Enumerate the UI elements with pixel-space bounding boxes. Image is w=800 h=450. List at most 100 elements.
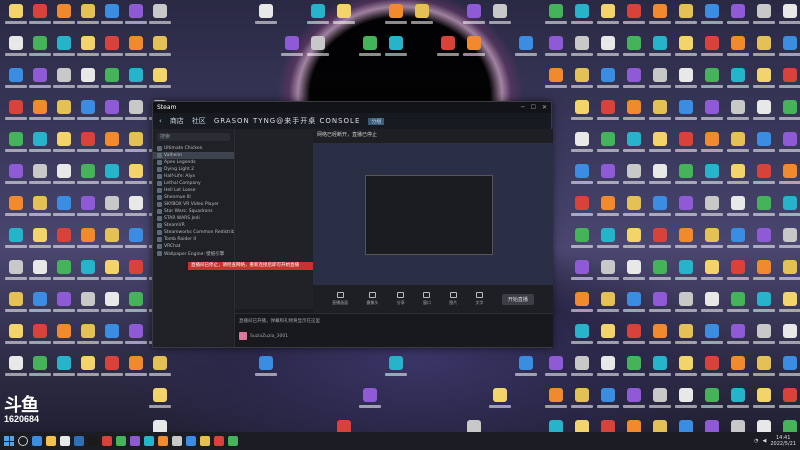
desktop-shortcut-icon[interactable]	[724, 34, 752, 64]
desktop-shortcut-icon[interactable]	[620, 2, 648, 32]
desktop-shortcut-icon[interactable]	[646, 322, 674, 352]
start-icon[interactable]	[4, 436, 14, 446]
desktop-shortcut-icon[interactable]	[750, 354, 778, 384]
desktop-shortcut-icon[interactable]	[568, 354, 596, 384]
desktop-shortcut-icon[interactable]	[568, 98, 596, 128]
desktop-shortcut-icon[interactable]	[750, 322, 778, 352]
desktop-shortcut-icon[interactable]	[594, 66, 622, 96]
desktop-shortcut-icon[interactable]	[698, 290, 726, 320]
desktop-shortcut-icon[interactable]	[750, 130, 778, 160]
desktop-shortcut-icon[interactable]	[646, 34, 674, 64]
desktop-shortcut-icon[interactable]	[568, 386, 596, 416]
desktop-shortcut-icon[interactable]	[460, 2, 488, 32]
desktop-shortcut-icon[interactable]	[620, 130, 648, 160]
desktop-shortcut-icon[interactable]	[594, 322, 622, 352]
desktop-shortcut-icon[interactable]	[594, 386, 622, 416]
desktop-shortcut-icon[interactable]	[776, 2, 800, 32]
desktop-shortcut-icon[interactable]	[698, 322, 726, 352]
desktop-shortcut-icon[interactable]	[278, 34, 306, 64]
search-icon[interactable]	[18, 436, 28, 446]
desktop-shortcut-icon[interactable]	[620, 66, 648, 96]
desktop-shortcut-icon[interactable]	[750, 162, 778, 192]
desktop-shortcut-icon[interactable]	[620, 194, 648, 224]
desktop-shortcut-icon[interactable]	[408, 2, 436, 32]
game-list-item[interactable]: Shenmue III	[153, 194, 234, 201]
toolbar-item[interactable]: 文字	[476, 292, 484, 306]
desktop-shortcut-icon[interactable]	[776, 194, 800, 224]
desktop-shortcut-icon[interactable]	[776, 66, 800, 96]
desktop-shortcut-icon[interactable]	[672, 290, 700, 320]
clock[interactable]: 14:41 2022/5/21	[770, 435, 796, 447]
desktop-shortcut-icon[interactable]	[594, 194, 622, 224]
desktop-shortcut-icon[interactable]	[382, 2, 410, 32]
desktop-shortcut-icon[interactable]	[568, 226, 596, 256]
desktop-shortcut-icon[interactable]	[672, 98, 700, 128]
game-list-item[interactable]: Apex Legends	[153, 159, 234, 166]
desktop-shortcut-icon[interactable]	[304, 34, 332, 64]
desktop-shortcut-icon[interactable]	[646, 354, 674, 384]
desktop-shortcut-icon[interactable]	[646, 290, 674, 320]
desktop-shortcut-icon[interactable]	[698, 226, 726, 256]
game-list-item[interactable]: Valheim	[153, 152, 234, 159]
desktop-shortcut-icon[interactable]	[698, 66, 726, 96]
toolbar-item[interactable]: 图片	[449, 292, 457, 306]
desktop-shortcut-icon[interactable]	[620, 226, 648, 256]
desktop-shortcut-icon[interactable]	[698, 162, 726, 192]
game-list-item[interactable]: SKYBOX VR Video Player	[153, 201, 234, 208]
desktop-shortcut-icon[interactable]	[724, 162, 752, 192]
desktop-shortcut-icon[interactable]	[724, 130, 752, 160]
desktop-shortcut-icon[interactable]	[724, 354, 752, 384]
desktop-shortcut-icon[interactable]	[146, 66, 174, 96]
game-list-item[interactable]: Hell Let Loose	[153, 187, 234, 194]
taskbar-app-icon[interactable]	[144, 436, 154, 446]
toolbar-item[interactable]: 分享	[397, 292, 405, 306]
game-list-item[interactable]: VRChat	[153, 243, 234, 250]
desktop-shortcut-icon[interactable]	[750, 98, 778, 128]
desktop-shortcut-icon[interactable]	[698, 2, 726, 32]
desktop-shortcut-icon[interactable]	[698, 98, 726, 128]
desktop-shortcut-icon[interactable]	[724, 386, 752, 416]
desktop-shortcut-icon[interactable]	[672, 322, 700, 352]
maximize-icon[interactable]: ☐	[531, 104, 536, 111]
desktop-shortcut-icon[interactable]	[568, 130, 596, 160]
taskbar-app-icon[interactable]	[186, 436, 196, 446]
desktop-shortcut-icon[interactable]	[776, 130, 800, 160]
desktop-shortcut-icon[interactable]	[698, 194, 726, 224]
desktop-shortcut-icon[interactable]	[750, 2, 778, 32]
desktop-shortcut-icon[interactable]	[672, 354, 700, 384]
game-list-item[interactable]: Star Wars: Squadrons	[153, 208, 234, 215]
desktop-shortcut-icon[interactable]	[724, 194, 752, 224]
desktop-shortcut-icon[interactable]	[594, 162, 622, 192]
desktop-shortcut-icon[interactable]	[252, 354, 280, 384]
toolbar-item[interactable]: 摄像头	[366, 292, 378, 306]
desktop-shortcut-icon[interactable]	[672, 226, 700, 256]
desktop-shortcut-icon[interactable]	[724, 66, 752, 96]
desktop-shortcut-icon[interactable]	[750, 66, 778, 96]
taskbar-app-icon[interactable]	[200, 436, 210, 446]
desktop-shortcut-icon[interactable]	[698, 130, 726, 160]
game-list-item[interactable]: STAR WARS Jedi	[153, 215, 234, 222]
desktop-shortcut-icon[interactable]	[594, 98, 622, 128]
nav-store[interactable]: 商店	[170, 116, 184, 126]
desktop-shortcut-icon[interactable]	[672, 258, 700, 288]
desktop-shortcut-icon[interactable]	[620, 322, 648, 352]
desktop-shortcut-icon[interactable]	[568, 66, 596, 96]
desktop-shortcut-icon[interactable]	[434, 34, 462, 64]
desktop-shortcut-icon[interactable]	[672, 2, 700, 32]
desktop-shortcut-icon[interactable]	[486, 2, 514, 32]
library-search[interactable]: 搜索	[157, 133, 230, 141]
desktop-shortcut-icon[interactable]	[568, 162, 596, 192]
desktop-shortcut-icon[interactable]	[568, 290, 596, 320]
desktop-shortcut-icon[interactable]	[646, 258, 674, 288]
desktop-shortcut-icon[interactable]	[304, 2, 332, 32]
taskbar-app-icon[interactable]	[102, 436, 112, 446]
desktop-shortcut-icon[interactable]	[776, 354, 800, 384]
taskbar-app-icon[interactable]	[32, 436, 42, 446]
desktop-shortcut-icon[interactable]	[750, 34, 778, 64]
desktop-shortcut-icon[interactable]	[356, 386, 384, 416]
desktop-shortcut-icon[interactable]	[646, 386, 674, 416]
desktop-shortcut-icon[interactable]	[750, 194, 778, 224]
desktop-shortcut-icon[interactable]	[356, 34, 384, 64]
nav-user[interactable]: GRASON TYNG@来手开桌 CONSOLE	[214, 116, 361, 126]
desktop-shortcut-icon[interactable]	[542, 66, 570, 96]
